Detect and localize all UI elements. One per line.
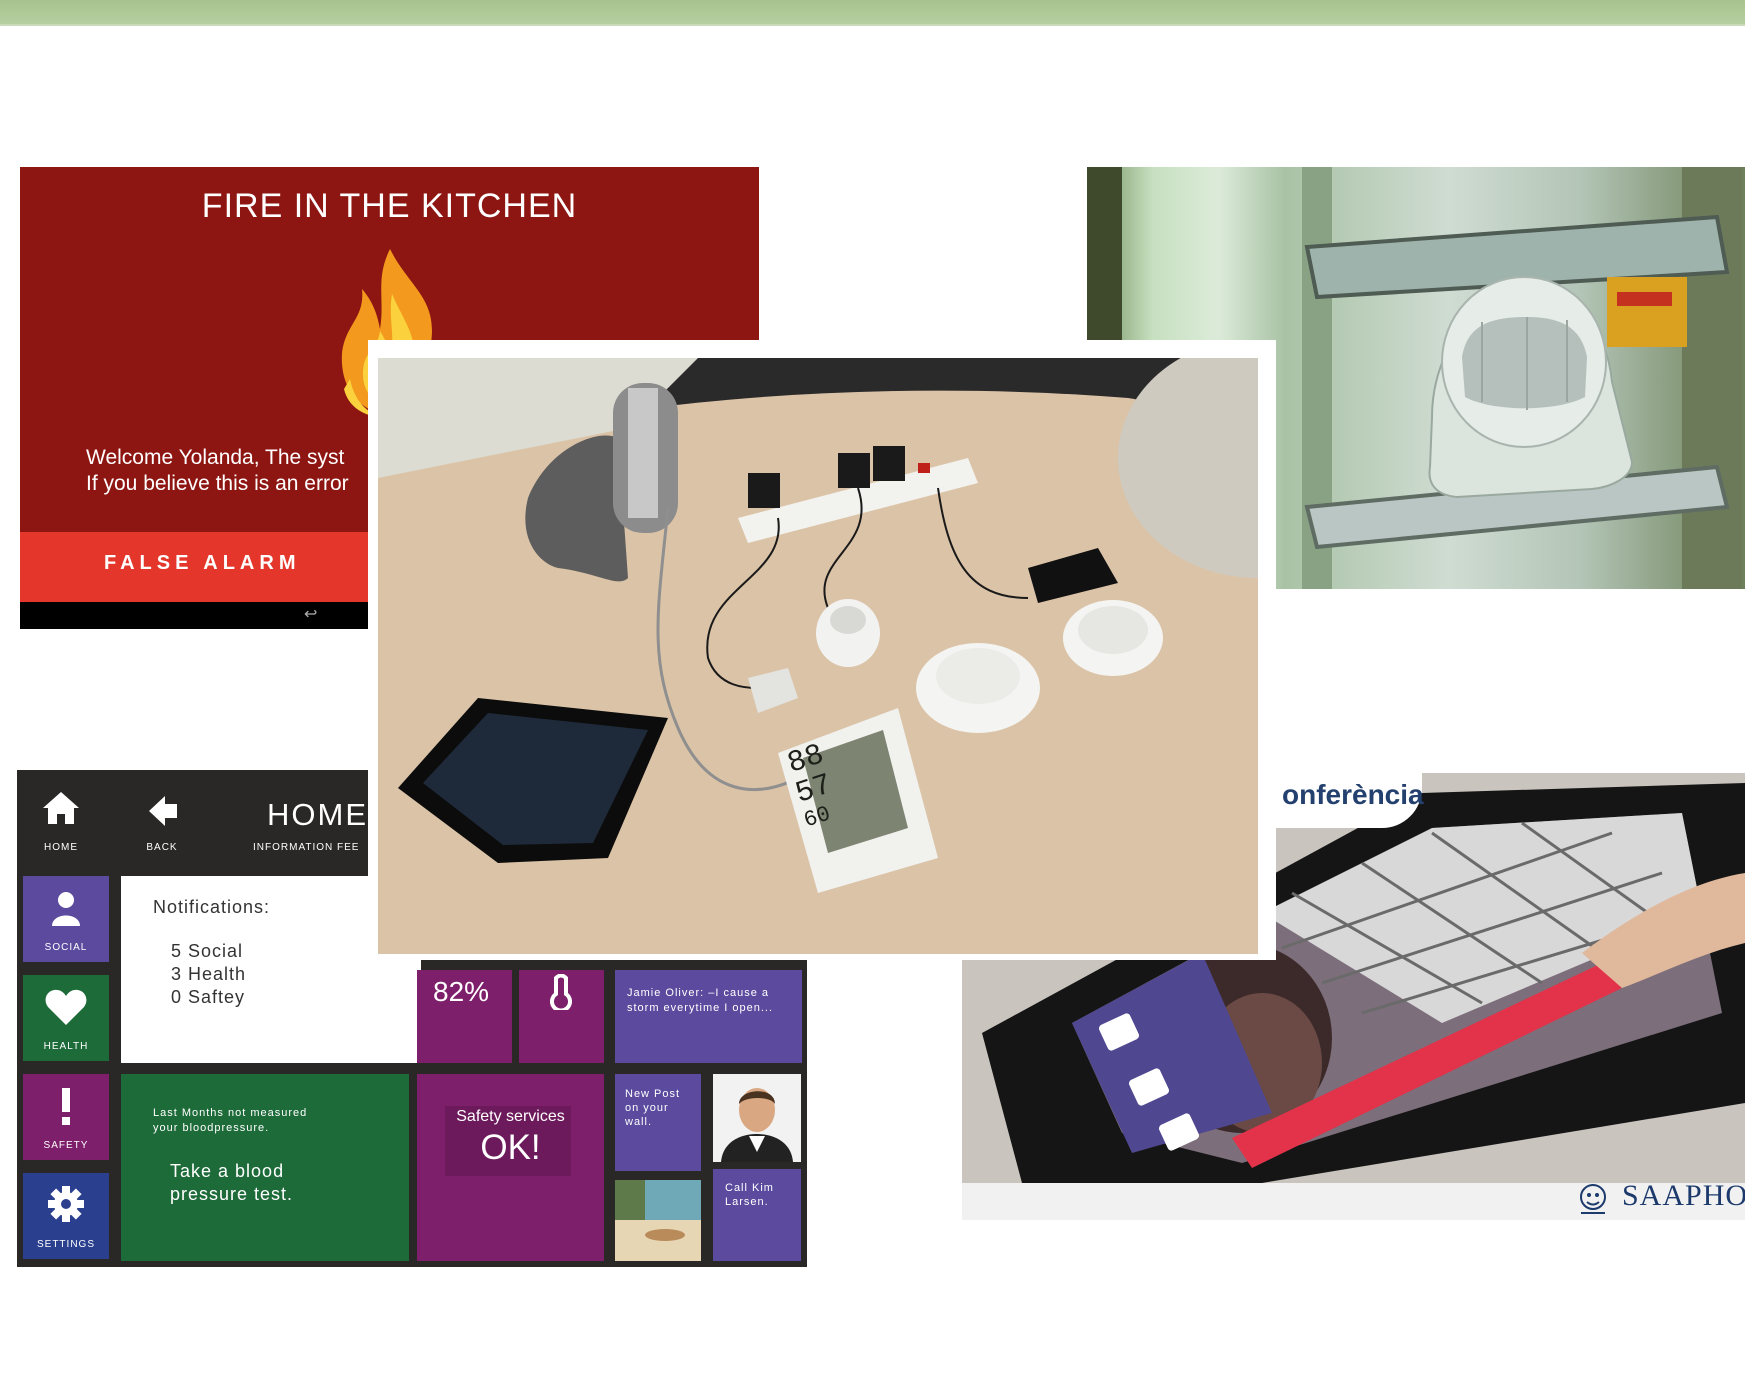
temperature-tile[interactable] xyxy=(519,970,604,1063)
health-devices-photo: 88 57 60 xyxy=(368,340,1276,960)
alarm-title: FIRE IN THE KITCHEN xyxy=(201,187,578,225)
sidebar-item-settings[interactable]: SETTINGS xyxy=(23,1173,109,1259)
call-line1: Call Kim xyxy=(725,1182,774,1194)
home-nav-label: HOME xyxy=(44,842,78,853)
devices-photo-content: 88 57 60 xyxy=(378,358,1258,954)
contact-photo[interactable] xyxy=(713,1074,801,1162)
safety-services-label: Safety services xyxy=(456,1108,565,1125)
call-line2: Larsen. xyxy=(725,1196,769,1208)
home-nav-icon[interactable] xyxy=(41,790,81,831)
new-post-line3: wall. xyxy=(625,1116,653,1128)
sidebar-item-label: HEALTH xyxy=(43,1041,89,1052)
reminder-action-line1: Take a blood xyxy=(170,1161,285,1181)
heart-icon xyxy=(45,989,87,1025)
person-icon xyxy=(52,892,80,926)
page-subtitle: INFORMATION FEE xyxy=(253,842,360,853)
reminder-line2: your bloodpressure. xyxy=(153,1122,270,1134)
page-title: HOME xyxy=(267,797,368,832)
sidebar-item-label: SETTINGS xyxy=(36,1239,95,1250)
conference-caption: onferència xyxy=(1272,773,1424,828)
back-icon[interactable]: ↩ xyxy=(304,604,317,624)
alarm-message: Welcome Yolanda, The syst If you believe… xyxy=(86,445,349,497)
reminder-line1: Last Months not measured xyxy=(153,1107,308,1119)
back-nav-label: BACK xyxy=(146,842,178,853)
conference-caption-text: onferència xyxy=(1282,779,1424,810)
new-post-line2: on your xyxy=(625,1102,669,1114)
sidebar-item-health[interactable]: HEALTH xyxy=(23,975,109,1061)
home-icon xyxy=(43,792,79,824)
notification-social: 5 Social xyxy=(171,941,244,961)
saapho-logo-icon xyxy=(1580,1184,1606,1214)
new-post-tile[interactable]: New Post on your wall. xyxy=(615,1074,701,1171)
saapho-brand: SAAPHO xyxy=(1622,1179,1745,1212)
safety-status: OK! xyxy=(480,1128,541,1167)
sidebar-item-label: SAFETY xyxy=(43,1140,89,1151)
notification-health: 3 Health xyxy=(171,964,247,984)
sidebar-item-label: SOCIAL xyxy=(44,942,88,953)
devices-illustration xyxy=(378,358,1258,954)
notifications-heading: Notifications: xyxy=(153,897,271,917)
notification-safety: 0 Saftey xyxy=(171,987,246,1007)
back-arrow-icon xyxy=(149,796,177,826)
sidebar-item-safety[interactable]: SAFETY xyxy=(23,1074,109,1160)
humidity-tile[interactable]: 82% xyxy=(417,970,512,1063)
call-contact-tile[interactable]: Call Kim Larsen. xyxy=(713,1169,801,1261)
back-nav-icon[interactable] xyxy=(147,794,181,833)
blood-pressure-reminder-tile[interactable]: Last Months not measured your bloodpress… xyxy=(121,1074,409,1261)
feed-post-text: Jamie Oliver: –I cause a storm everytime… xyxy=(627,987,774,1014)
alarm-message-line2: If you believe this is an error xyxy=(86,472,349,495)
humidity-value: 82% xyxy=(433,976,490,1007)
beach-image xyxy=(615,1180,701,1261)
false-alarm-label: FALSE ALARM xyxy=(104,552,301,574)
safety-services-tile[interactable]: Safety services OK! xyxy=(417,1074,604,1261)
alarm-message-line1: Welcome Yolanda, The syst xyxy=(86,446,345,469)
new-post-line1: New Post xyxy=(625,1088,681,1100)
top-accent-bar xyxy=(0,0,1745,26)
reminder-action-line2: pressure test. xyxy=(170,1184,294,1204)
contact-portrait xyxy=(713,1074,801,1162)
beach-photo[interactable] xyxy=(615,1180,701,1261)
feed-post-tile[interactable]: Jamie Oliver: –I cause a storm everytime… xyxy=(615,970,802,1063)
sidebar-item-social[interactable]: SOCIAL xyxy=(23,876,109,962)
thermometer-icon xyxy=(550,974,572,1010)
exclamation-icon xyxy=(62,1088,70,1125)
gear-icon xyxy=(48,1186,84,1222)
